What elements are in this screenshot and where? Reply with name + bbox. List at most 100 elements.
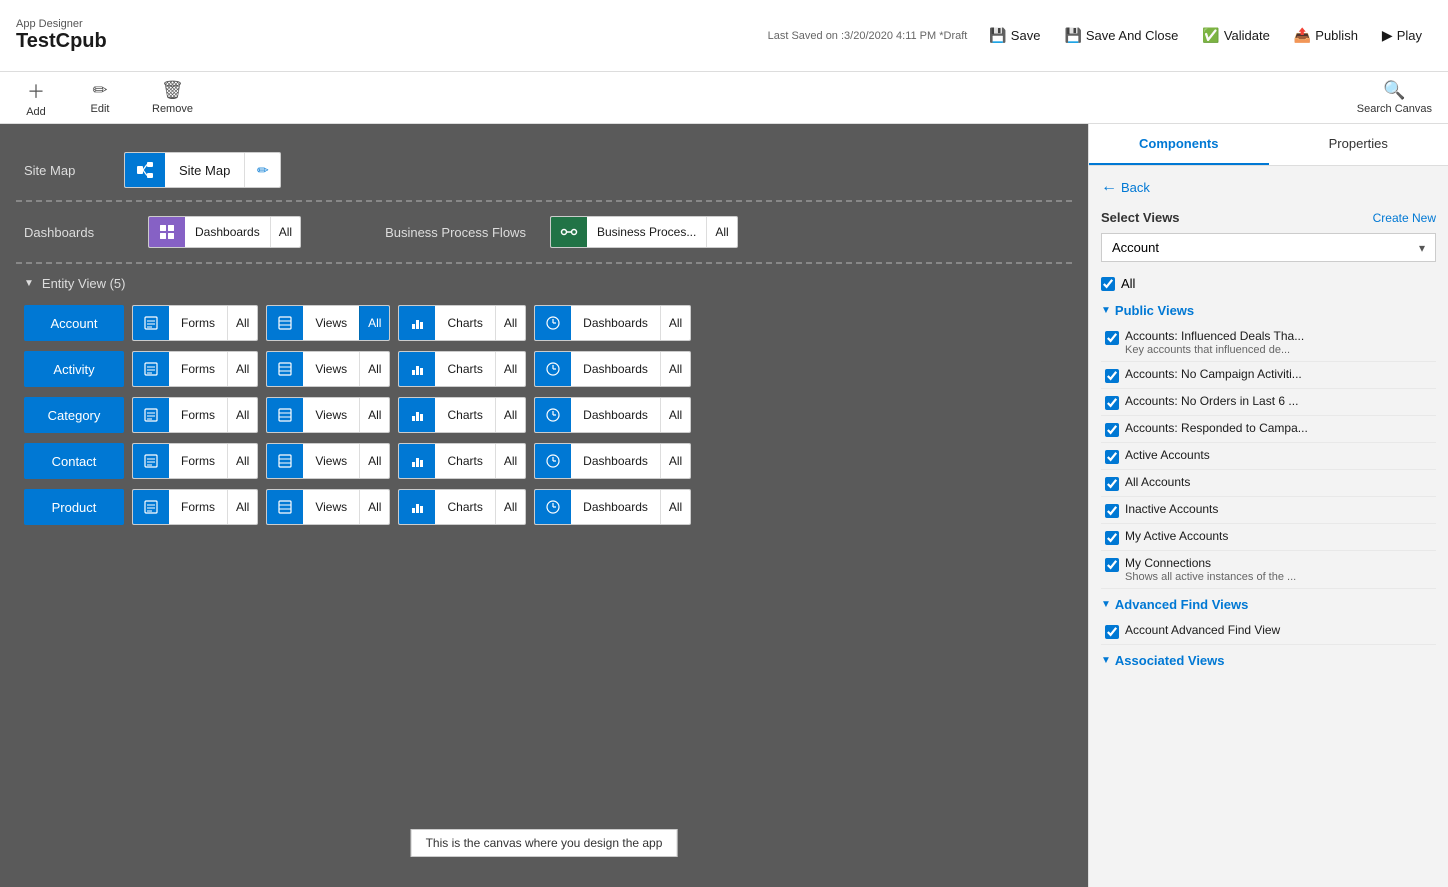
app-info: App Designer TestCpub bbox=[16, 18, 107, 53]
sitemap-section-label: Site Map bbox=[24, 163, 124, 178]
view-checkbox-0[interactable] bbox=[1105, 331, 1119, 345]
view-checkbox-5[interactable] bbox=[1105, 477, 1119, 491]
forms-tag-4[interactable]: Forms All bbox=[132, 489, 258, 525]
forms-tag-2[interactable]: Forms All bbox=[132, 397, 258, 433]
view-checkbox-3[interactable] bbox=[1105, 423, 1119, 437]
sitemap-edit-button[interactable]: ✏ bbox=[244, 152, 280, 188]
dashboards-entity-tag-3[interactable]: Dashboards All bbox=[534, 443, 691, 479]
forms-tag-3[interactable]: Forms All bbox=[132, 443, 258, 479]
dashboards-entity-all-2[interactable]: All bbox=[660, 397, 690, 433]
advanced-find-collapse-icon[interactable]: ▼ bbox=[1101, 599, 1111, 610]
view-title-0: Accounts: Influenced Deals Tha... bbox=[1125, 329, 1432, 343]
save-close-button[interactable]: 💾 Save And Close bbox=[1054, 22, 1188, 49]
right-panel: Components Properties ← Back Select View… bbox=[1088, 124, 1448, 887]
associated-views-collapse-icon[interactable]: ▼ bbox=[1101, 655, 1111, 666]
view-checkbox-1[interactable] bbox=[1105, 369, 1119, 383]
tab-components[interactable]: Components bbox=[1089, 124, 1269, 165]
dashboards-entity-tag-2[interactable]: Dashboards All bbox=[534, 397, 691, 433]
dashboards-tag[interactable]: Dashboards All bbox=[148, 216, 301, 248]
view-checkbox-6[interactable] bbox=[1105, 504, 1119, 518]
bpf-text: Business Proces... bbox=[587, 225, 706, 239]
forms-all-2[interactable]: All bbox=[227, 397, 257, 433]
views-all-0[interactable]: All bbox=[359, 305, 389, 341]
add-label: Add bbox=[26, 106, 46, 118]
forms-icon-4 bbox=[133, 489, 169, 525]
publish-icon: 📤 bbox=[1294, 27, 1311, 44]
validate-button[interactable]: ✅ Validate bbox=[1192, 22, 1279, 49]
bpf-all-button[interactable]: All bbox=[706, 216, 736, 248]
search-canvas-button[interactable]: 🔍 Search Canvas bbox=[1357, 80, 1432, 115]
views-all-2[interactable]: All bbox=[359, 397, 389, 433]
view-checkbox-2[interactable] bbox=[1105, 396, 1119, 410]
views-all-4[interactable]: All bbox=[359, 489, 389, 525]
add-button[interactable]: ＋ Add bbox=[16, 74, 56, 122]
remove-button[interactable]: 🗑 Remove bbox=[144, 76, 201, 119]
views-tag-2[interactable]: Views All bbox=[266, 397, 390, 433]
dashboards-all-button[interactable]: All bbox=[270, 216, 300, 248]
charts-icon-2 bbox=[399, 397, 435, 433]
view-checkbox-4[interactable] bbox=[1105, 450, 1119, 464]
charts-tag-0[interactable]: Charts All bbox=[398, 305, 526, 341]
entity-product-button[interactable]: Product bbox=[24, 489, 124, 525]
sitemap-box[interactable]: Site Map ✏ bbox=[124, 152, 281, 188]
adv-view-checkbox-0[interactable] bbox=[1105, 625, 1119, 639]
charts-all-2[interactable]: All bbox=[495, 397, 525, 433]
charts-all-0[interactable]: All bbox=[495, 305, 525, 341]
public-view-item: Accounts: Responded to Campa... bbox=[1101, 416, 1436, 443]
charts-all-3[interactable]: All bbox=[495, 443, 525, 479]
dashboards-entity-tag-0[interactable]: Dashboards All bbox=[534, 305, 691, 341]
entity-category-button[interactable]: Category bbox=[24, 397, 124, 433]
all-checkbox[interactable] bbox=[1101, 277, 1115, 291]
play-button[interactable]: ▶ Play bbox=[1372, 22, 1432, 49]
charts-all-4[interactable]: All bbox=[495, 489, 525, 525]
views-tag-4[interactable]: Views All bbox=[266, 489, 390, 525]
sitemap-icon bbox=[125, 152, 165, 188]
views-all-1[interactable]: All bbox=[359, 351, 389, 387]
dashboards-entity-tag-4[interactable]: Dashboards All bbox=[534, 489, 691, 525]
public-views-collapse-icon[interactable]: ▼ bbox=[1101, 305, 1111, 316]
charts-tag-4[interactable]: Charts All bbox=[398, 489, 526, 525]
views-all-3[interactable]: All bbox=[359, 443, 389, 479]
forms-all-3[interactable]: All bbox=[227, 443, 257, 479]
dashboards-entity-all-0[interactable]: All bbox=[660, 305, 690, 341]
canvas-area[interactable]: Site Map Site Map ✏ Dashboards Dashboard… bbox=[0, 124, 1088, 887]
advanced-find-views-list: Account Advanced Find View bbox=[1101, 618, 1436, 645]
dashboards-entity-text-3: Dashboards bbox=[571, 454, 660, 468]
tab-properties[interactable]: Properties bbox=[1269, 124, 1448, 165]
view-dropdown[interactable]: Account ▾ bbox=[1101, 233, 1436, 262]
charts-tag-1[interactable]: Charts All bbox=[398, 351, 526, 387]
entity-row: Product Forms All Views All Charts All bbox=[24, 489, 1064, 525]
forms-tag-0[interactable]: Forms All bbox=[132, 305, 258, 341]
edit-button[interactable]: ✏ Edit bbox=[80, 76, 120, 119]
dashboards-entity-all-3[interactable]: All bbox=[660, 443, 690, 479]
entity-row: Contact Forms All Views All Charts All bbox=[24, 443, 1064, 479]
chevron-down-icon: ▾ bbox=[1419, 241, 1425, 255]
forms-tag-1[interactable]: Forms All bbox=[132, 351, 258, 387]
dashboards-entity-all-1[interactable]: All bbox=[660, 351, 690, 387]
collapse-arrow-icon[interactable]: ▼ bbox=[24, 278, 34, 289]
charts-tag-3[interactable]: Charts All bbox=[398, 443, 526, 479]
save-button[interactable]: 💾 Save bbox=[979, 22, 1050, 49]
entity-contact-button[interactable]: Contact bbox=[24, 443, 124, 479]
views-tag-3[interactable]: Views All bbox=[266, 443, 390, 479]
entity-account-button[interactable]: Account bbox=[24, 305, 124, 341]
charts-all-1[interactable]: All bbox=[495, 351, 525, 387]
view-item-content-7: My Active Accounts bbox=[1125, 529, 1432, 543]
forms-all-1[interactable]: All bbox=[227, 351, 257, 387]
forms-all-4[interactable]: All bbox=[227, 489, 257, 525]
view-checkbox-7[interactable] bbox=[1105, 531, 1119, 545]
entity-activity-button[interactable]: Activity bbox=[24, 351, 124, 387]
views-tag-0[interactable]: Views All bbox=[266, 305, 390, 341]
dashboards-entity-all-4[interactable]: All bbox=[660, 489, 690, 525]
dashboards-entity-tag-1[interactable]: Dashboards All bbox=[534, 351, 691, 387]
charts-tag-2[interactable]: Charts All bbox=[398, 397, 526, 433]
dashboards-entity-text-0: Dashboards bbox=[571, 316, 660, 330]
back-button[interactable]: ← Back bbox=[1101, 178, 1150, 196]
bpf-tag[interactable]: Business Proces... All bbox=[550, 216, 738, 248]
create-new-link[interactable]: Create New bbox=[1373, 211, 1436, 225]
view-checkbox-8[interactable] bbox=[1105, 558, 1119, 572]
forms-all-0[interactable]: All bbox=[227, 305, 257, 341]
views-tag-1[interactable]: Views All bbox=[266, 351, 390, 387]
entity-row: Account Forms All Views All Charts All bbox=[24, 305, 1064, 341]
publish-button[interactable]: 📤 Publish bbox=[1284, 22, 1368, 49]
